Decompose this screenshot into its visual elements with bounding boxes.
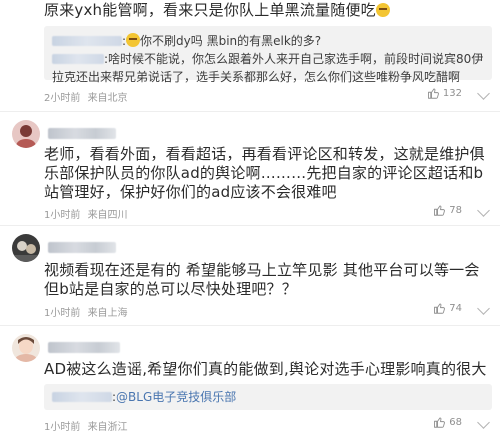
like-count: 78 bbox=[449, 204, 462, 216]
comment-time: 1小时前 bbox=[44, 308, 81, 319]
comment-time: 1小时前 bbox=[44, 210, 81, 221]
blurred-username bbox=[52, 54, 104, 64]
like-count: 74 bbox=[449, 302, 462, 314]
thumbs-up-icon bbox=[434, 417, 446, 428]
divider bbox=[0, 325, 500, 326]
chevron-down-icon[interactable] bbox=[477, 87, 490, 100]
reply-quote[interactable]: : 你不刷dy吗 黑bin的有黑elk的多? :啥时候不能说，你怎么跟着外人来开自… bbox=[44, 26, 492, 84]
comment-feed: 原来yxh能管啊，看来只是你队上单黑流量随便吃 : 你不刷dy吗 黑bin的有黑e… bbox=[0, 0, 500, 440]
avatar-image bbox=[12, 334, 40, 362]
emoji-icon bbox=[126, 33, 141, 47]
comment-location: 来自上海 bbox=[87, 308, 128, 319]
comment-time: 1小时前 bbox=[44, 422, 81, 433]
comment-meta: 1小时前 来自四川 bbox=[44, 206, 128, 221]
comment-meta: 1小时前 来自上海 bbox=[44, 304, 128, 319]
blurred-username bbox=[52, 36, 122, 46]
blurred-username bbox=[52, 392, 112, 402]
like-button[interactable]: 74 bbox=[433, 302, 462, 314]
chevron-down-icon[interactable] bbox=[477, 204, 490, 217]
avatar-image bbox=[12, 234, 40, 262]
comment-meta: 1小时前 来自浙江 bbox=[44, 418, 128, 433]
divider bbox=[0, 225, 500, 226]
like-count: 132 bbox=[442, 87, 462, 99]
like-button[interactable]: 132 bbox=[427, 87, 462, 99]
comment-text: 老师，看看外面，看看超话，再看看评论区和转发，这就是维护俱乐部保护队员的你队ad… bbox=[44, 145, 485, 201]
mention-link[interactable]: @BLG电子竞技俱乐部 bbox=[116, 390, 236, 404]
chevron-down-icon[interactable] bbox=[477, 302, 490, 315]
thumbs-up-icon bbox=[427, 88, 439, 99]
comment-time: 2小时前 bbox=[44, 93, 81, 104]
comment-text: 原来yxh能管啊，看来只是你队上单黑流量随便吃 bbox=[44, 1, 492, 20]
comment-location: 来自北京 bbox=[87, 93, 128, 104]
like-button[interactable]: 78 bbox=[433, 204, 462, 216]
comment-location: 来自四川 bbox=[87, 210, 128, 221]
avatar[interactable] bbox=[12, 334, 40, 362]
avatar-image bbox=[12, 120, 40, 148]
quote-line-2: :啥时候不能说，你怎么跟着外人来开自己家选手啊，前段时间说宾80伊拉克还出来帮兄… bbox=[52, 52, 484, 84]
blurred-username[interactable] bbox=[48, 128, 116, 139]
blurred-username[interactable] bbox=[48, 342, 120, 353]
like-button[interactable]: 68 bbox=[433, 416, 462, 428]
avatar[interactable] bbox=[12, 234, 40, 262]
blurred-username[interactable] bbox=[48, 242, 116, 253]
avatar[interactable] bbox=[12, 120, 40, 148]
reply-quote[interactable]: :@BLG电子竞技俱乐部 bbox=[44, 384, 492, 410]
comment-text: AD被这么造谣,希望你们真的能做到,舆论对选手心理影响真的很大 bbox=[44, 360, 487, 378]
comment-text: 视频看现在还是有的 希望能够马上立竿见影 其他平台可以等一会 但b站是自家的总可… bbox=[44, 261, 480, 298]
comment-location: 来自浙江 bbox=[87, 422, 128, 433]
thumbs-up-icon bbox=[434, 303, 446, 314]
comment-meta: 2小时前 来自北京 bbox=[44, 89, 128, 104]
like-count: 68 bbox=[449, 416, 462, 428]
thumbs-up-icon bbox=[434, 205, 446, 216]
quote-line-1: : 你不刷dy吗 黑bin的有黑elk的多? bbox=[52, 32, 484, 50]
emoji-icon bbox=[375, 3, 390, 17]
chevron-down-icon[interactable] bbox=[477, 416, 490, 429]
divider bbox=[0, 111, 500, 112]
